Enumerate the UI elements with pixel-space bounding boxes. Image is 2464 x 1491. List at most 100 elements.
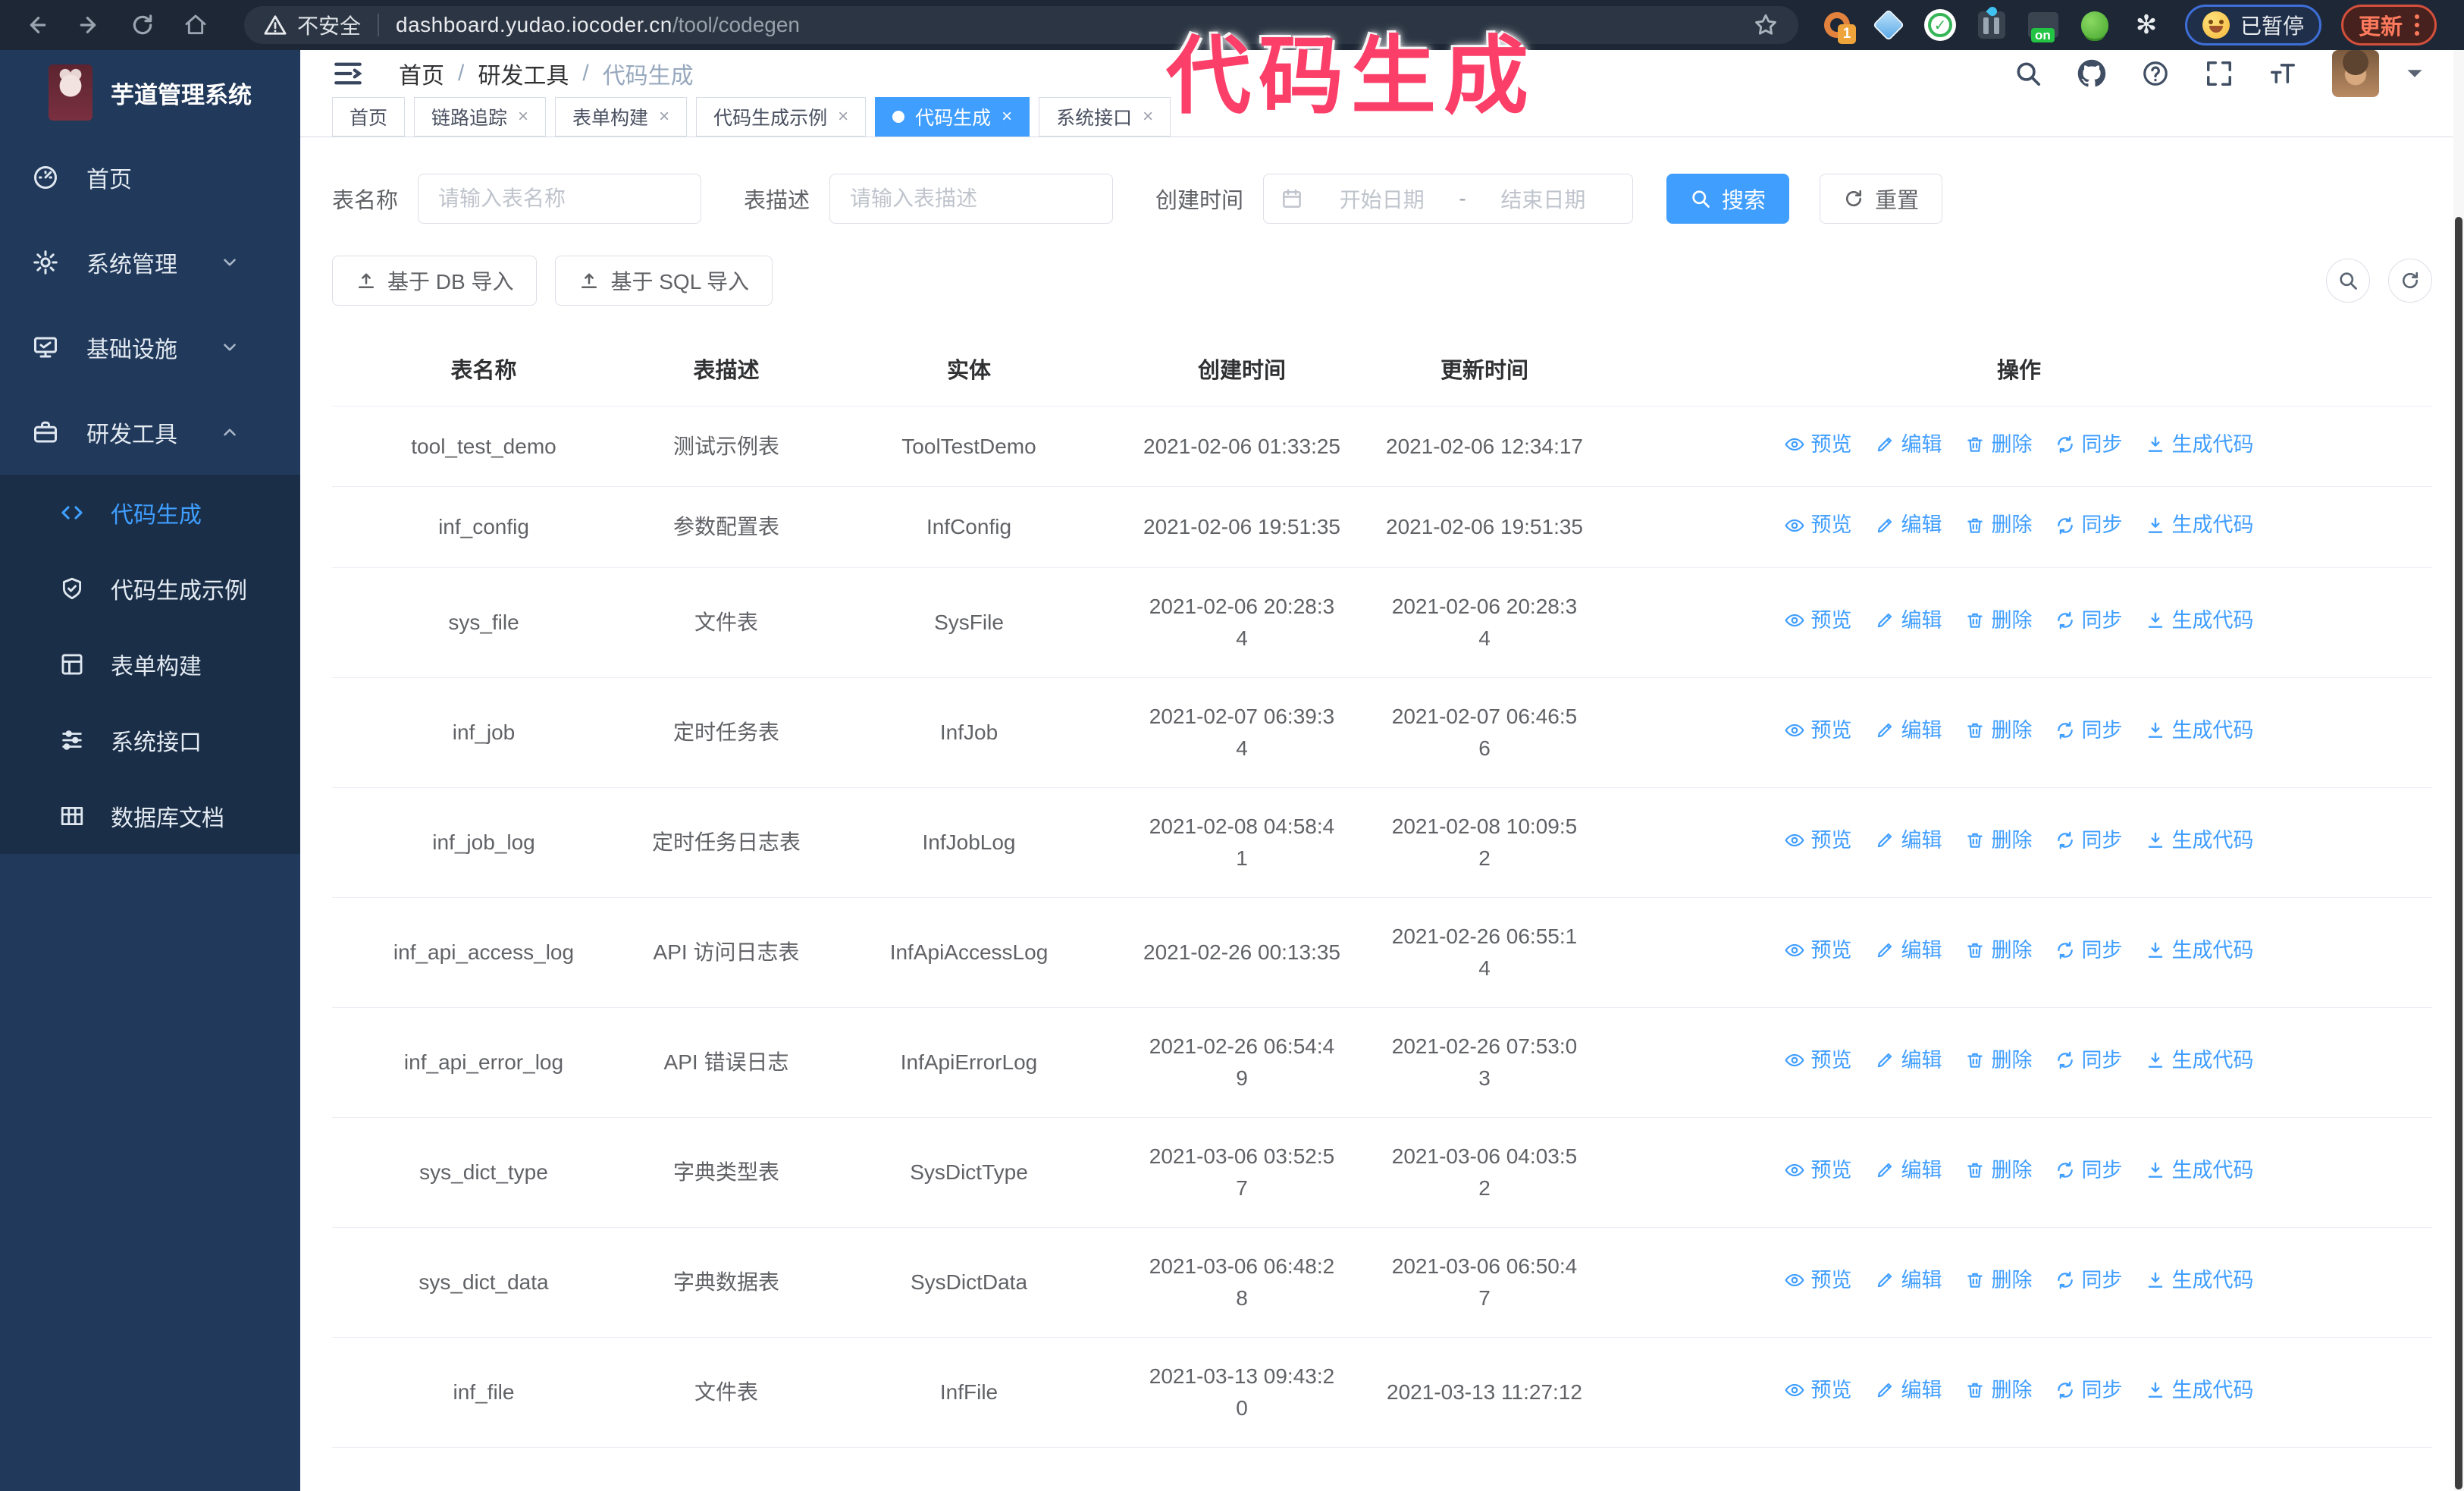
address-bar[interactable]: 不安全 dashboard.yudao.iocoder.cn/tool/code… (244, 6, 1798, 44)
generate-action-link[interactable]: 生成代码 (2146, 1375, 2254, 1406)
sync-action-link[interactable]: 同步 (2055, 715, 2123, 746)
tab-close-icon[interactable]: × (659, 108, 669, 126)
eye-action-link[interactable]: 预览 (1785, 825, 1852, 856)
security-label[interactable]: 不安全 (297, 10, 361, 40)
sidebar-item-3[interactable]: 研发工具 (0, 390, 300, 475)
font-size-icon[interactable] (2268, 59, 2297, 88)
tab-1[interactable]: 链路追踪 × (414, 97, 547, 137)
eye-action-link[interactable]: 预览 (1785, 510, 1852, 541)
eye-action-link[interactable]: 预览 (1785, 715, 1852, 746)
generate-action-link[interactable]: 生成代码 (2146, 715, 2254, 746)
sidebar-item-2[interactable]: 基础设施 (0, 305, 300, 390)
extension-gem-icon[interactable] (1872, 8, 1905, 42)
browser-update-button[interactable]: 更新 (2341, 5, 2437, 46)
sync-action-link[interactable]: 同步 (2055, 1265, 2123, 1296)
eye-action-link[interactable]: 预览 (1785, 1045, 1852, 1076)
tab-close-icon[interactable]: × (1143, 108, 1153, 126)
tab-close-icon[interactable]: × (1002, 108, 1012, 126)
search-icon[interactable] (2014, 59, 2042, 88)
sync-action-link[interactable]: 同步 (2055, 825, 2123, 856)
generate-action-link[interactable]: 生成代码 (2146, 510, 2254, 541)
extension-columns-icon[interactable] (1976, 5, 2008, 41)
edit-action-link[interactable]: 编辑 (1875, 1375, 1942, 1406)
generate-action-link[interactable]: 生成代码 (2146, 825, 2254, 856)
browser-forward-button[interactable] (68, 4, 111, 46)
paused-extension-pill[interactable]: 已暂停 (2185, 5, 2322, 46)
extension-orange-icon[interactable]: 1 (1821, 9, 1856, 44)
delete-action-link[interactable]: 删除 (1965, 935, 2033, 966)
delete-action-link[interactable]: 删除 (1965, 715, 2033, 746)
sidebar-item-0[interactable]: 首页 (0, 135, 300, 220)
eye-action-link[interactable]: 预览 (1785, 1155, 1852, 1186)
delete-action-link[interactable]: 删除 (1965, 1375, 2033, 1406)
eye-action-link[interactable]: 预览 (1785, 1375, 1852, 1406)
sidebar-collapse-icon[interactable] (332, 58, 364, 89)
eye-action-link[interactable]: 预览 (1785, 429, 1852, 460)
generate-action-link[interactable]: 生成代码 (2146, 1265, 2254, 1296)
sync-action-link[interactable]: 同步 (2055, 1045, 2123, 1076)
user-menu-caret-icon[interactable] (2400, 59, 2429, 88)
sidebar-subitem-4[interactable]: 数据库文档 (0, 778, 300, 854)
edit-action-link[interactable]: 编辑 (1875, 825, 1942, 856)
github-icon[interactable] (2077, 59, 2106, 88)
extension-on-icon[interactable]: on (2027, 9, 2059, 42)
import-db-button[interactable]: 基于 DB 导入 (332, 256, 538, 306)
help-icon[interactable] (2141, 59, 2170, 88)
delete-action-link[interactable]: 删除 (1965, 429, 2033, 460)
sidebar-subitem-3[interactable]: 系统接口 (0, 702, 300, 778)
breadcrumb-item-1[interactable]: 研发工具 (478, 57, 569, 90)
start-date-placeholder[interactable]: 开始日期 (1309, 184, 1454, 214)
delete-action-link[interactable]: 删除 (1965, 605, 2033, 636)
edit-action-link[interactable]: 编辑 (1875, 1265, 1942, 1296)
sync-action-link[interactable]: 同步 (2055, 605, 2123, 636)
generate-action-link[interactable]: 生成代码 (2146, 605, 2254, 636)
sidebar-subitem-0[interactable]: 代码生成 (0, 475, 300, 551)
refresh-table-button[interactable] (2388, 259, 2432, 303)
tab-5[interactable]: 系统接口 × (1039, 97, 1171, 137)
eye-action-link[interactable]: 预览 (1785, 605, 1852, 636)
tab-close-icon[interactable]: × (838, 108, 848, 126)
search-button[interactable]: 搜索 (1666, 174, 1790, 224)
browser-home-button[interactable] (174, 4, 217, 46)
sync-action-link[interactable]: 同步 (2055, 510, 2123, 541)
breadcrumb-item-0[interactable]: 首页 (399, 57, 444, 90)
edit-action-link[interactable]: 编辑 (1875, 605, 1942, 636)
app-logo-row[interactable]: 芋道管理系统 (0, 50, 300, 135)
table-desc-input[interactable] (829, 174, 1114, 224)
edit-action-link[interactable]: 编辑 (1875, 1045, 1942, 1076)
date-range-picker[interactable]: 开始日期 - 结束日期 (1263, 174, 1634, 224)
page-scrollbar[interactable] (2453, 50, 2464, 1491)
table-name-input[interactable] (418, 174, 702, 224)
generate-action-link[interactable]: 生成代码 (2146, 1155, 2254, 1186)
extensions-puzzle-icon[interactable]: ✻ (2130, 9, 2162, 41)
sidebar-item-1[interactable]: 系统管理 (0, 220, 300, 305)
sidebar-subitem-2[interactable]: 表单构建 (0, 626, 300, 702)
generate-action-link[interactable]: 生成代码 (2146, 935, 2254, 966)
delete-action-link[interactable]: 删除 (1965, 510, 2033, 541)
edit-action-link[interactable]: 编辑 (1875, 510, 1942, 541)
browser-reload-button[interactable] (121, 4, 164, 46)
edit-action-link[interactable]: 编辑 (1875, 715, 1942, 746)
tab-4[interactable]: 代码生成 × (875, 97, 1030, 137)
more-menu-icon[interactable] (2415, 14, 2420, 36)
tab-0[interactable]: 首页 (332, 97, 406, 137)
tab-close-icon[interactable]: × (518, 108, 528, 126)
import-sql-button[interactable]: 基于 SQL 导入 (555, 256, 773, 306)
generate-action-link[interactable]: 生成代码 (2146, 1045, 2254, 1076)
tab-3[interactable]: 代码生成示例 × (696, 97, 867, 137)
eye-action-link[interactable]: 预览 (1785, 1265, 1852, 1296)
bookmark-star-icon[interactable] (1753, 12, 1779, 38)
delete-action-link[interactable]: 删除 (1965, 1155, 2033, 1186)
reset-button[interactable]: 重置 (1820, 174, 1943, 224)
eye-action-link[interactable]: 预览 (1785, 935, 1852, 966)
extension-check-icon[interactable]: ✓ (1924, 9, 1956, 41)
edit-action-link[interactable]: 编辑 (1875, 1155, 1942, 1186)
edit-action-link[interactable]: 编辑 (1875, 429, 1942, 460)
browser-back-button[interactable] (15, 4, 58, 46)
toggle-search-button[interactable] (2326, 259, 2370, 303)
generate-action-link[interactable]: 生成代码 (2146, 429, 2254, 460)
sync-action-link[interactable]: 同步 (2055, 935, 2123, 966)
edit-action-link[interactable]: 编辑 (1875, 935, 1942, 966)
delete-action-link[interactable]: 删除 (1965, 1265, 2033, 1296)
scrollbar-thumb[interactable] (2455, 217, 2462, 1489)
